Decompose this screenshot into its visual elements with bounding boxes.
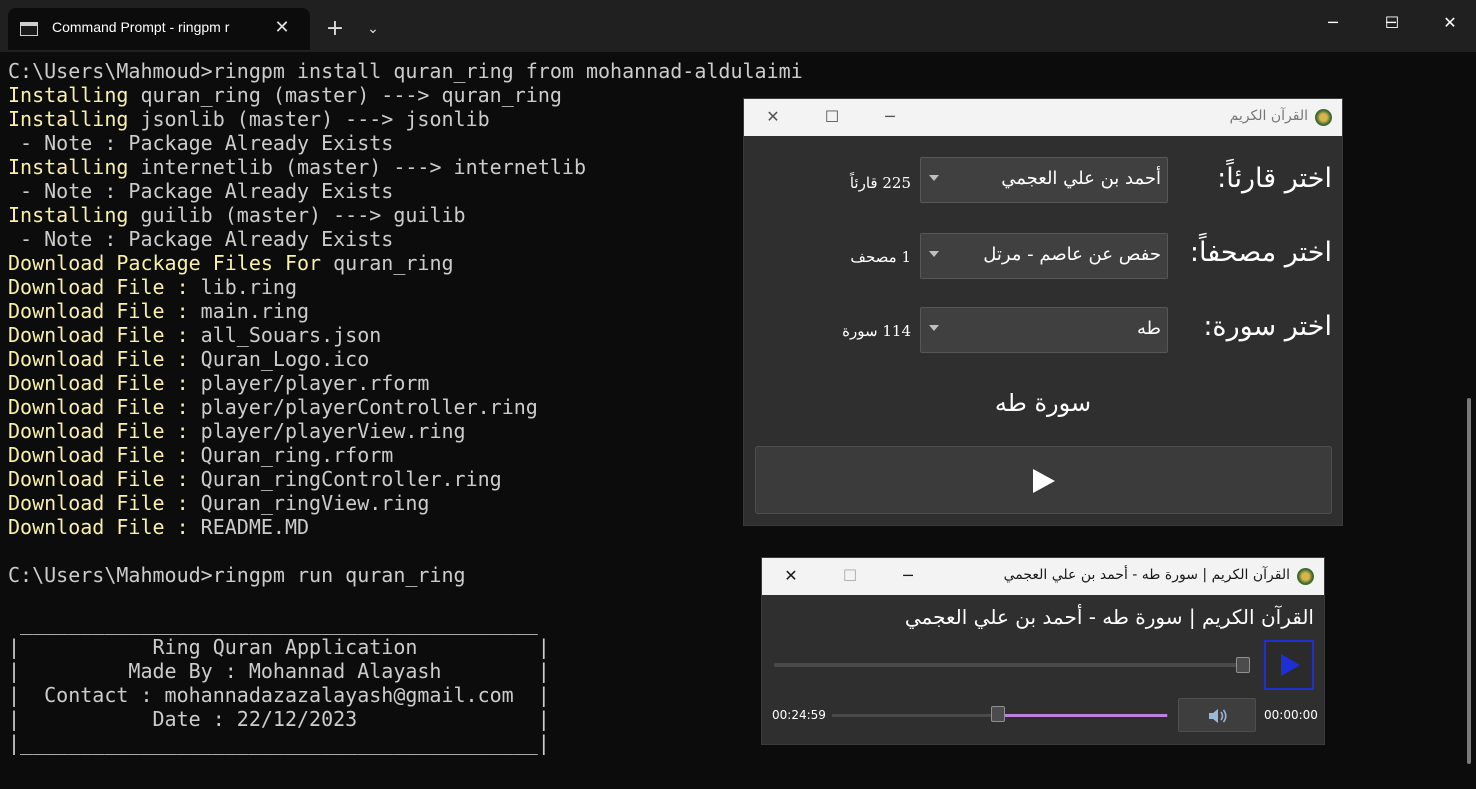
terminal-keyword: Download File : bbox=[8, 467, 189, 491]
maximize-icon[interactable]: ☐ bbox=[817, 105, 847, 129]
terminal-text: internetlib (master) ---> internetlib bbox=[128, 155, 586, 179]
tab-dropdown-button[interactable]: ⌄ bbox=[358, 14, 388, 44]
terminal-text: C:\Users\Mahmoud>ringpm install quran_ri… bbox=[8, 59, 803, 83]
surah-label: اختر سورة: bbox=[1203, 311, 1332, 342]
terminal-text: jsonlib (master) ---> jsonlib bbox=[128, 107, 490, 131]
terminal-text: quran_ring bbox=[321, 251, 454, 275]
terminal-keyword: Download Package Files For bbox=[8, 251, 322, 275]
terminal-keyword: Download File : bbox=[8, 299, 189, 323]
mushaf-label: اختر مصحفاً: bbox=[1189, 237, 1332, 268]
terminal-text: Quran_ringView.ring bbox=[188, 491, 430, 515]
terminal-keyword: Installing bbox=[8, 83, 129, 107]
terminal-text: player/playerController.ring bbox=[188, 395, 538, 419]
terminal-keyword: Installing bbox=[8, 107, 129, 131]
play-button[interactable] bbox=[755, 446, 1332, 514]
play-icon bbox=[1281, 654, 1300, 676]
terminal-text: ________________________________________… bbox=[8, 611, 538, 635]
tab-command-prompt[interactable]: Command Prompt - ringpm r ✕ bbox=[8, 8, 310, 50]
mute-button[interactable] bbox=[1178, 698, 1256, 732]
terminal-keyword: Download File : bbox=[8, 347, 189, 371]
surah-select[interactable]: طه bbox=[920, 307, 1168, 353]
reciter-value: أحمد بن علي العجمي bbox=[1001, 168, 1161, 189]
mushaf-value: حفص عن عاصم - مرتل bbox=[983, 244, 1161, 265]
seek-slider-handle[interactable] bbox=[1236, 657, 1250, 673]
now-playing-label: القرآن الكريم | سورة طه - أحمد بن علي ال… bbox=[904, 605, 1314, 629]
quran-logo-icon bbox=[1297, 568, 1314, 585]
terminal-keyword: Download File : bbox=[8, 515, 189, 539]
reciter-count: 225 قارئاً bbox=[849, 174, 911, 192]
terminal-text: all_Souars.json bbox=[188, 323, 382, 347]
terminal-text: Quran_ring.rform bbox=[188, 443, 394, 467]
tab-title: Command Prompt - ringpm r bbox=[52, 19, 230, 35]
terminal-line: C:\Users\Mahmoud>ringpm install quran_ri… bbox=[8, 59, 1468, 83]
tab-close-icon[interactable]: ✕ bbox=[270, 16, 294, 40]
maximize-window-button[interactable]: ☐ bbox=[1369, 6, 1415, 40]
quran-window-title: القرآن الكريم bbox=[1229, 108, 1308, 124]
terminal-text: player/playerView.ring bbox=[188, 419, 466, 443]
terminal-keyword: Download File : bbox=[8, 491, 189, 515]
terminal-icon bbox=[20, 22, 38, 36]
terminal-text: - Note : Package Already Exists bbox=[8, 227, 394, 251]
terminal-text: | Contact : mohannadazazalayash@gmail.co… bbox=[8, 683, 550, 707]
terminal-text: | Ring Quran Application | bbox=[8, 635, 550, 659]
terminal-text: | Made By : Mohannad Alayash | bbox=[8, 659, 550, 683]
terminal-keyword: Download File : bbox=[8, 443, 189, 467]
player-window: ✕ ☐ ─ القرآن الكريم | سورة طه - أحمد بن … bbox=[761, 557, 1325, 745]
terminal-text: Quran_Logo.ico bbox=[188, 347, 370, 371]
chevron-down-icon bbox=[929, 325, 939, 331]
quran-main-window: ✕ ☐ ─ القرآن الكريم اختر قارئاً: أحمد بن… bbox=[743, 98, 1343, 526]
close-icon[interactable]: ✕ bbox=[758, 105, 788, 129]
mushaf-count: 1 مصحف bbox=[850, 248, 911, 266]
player-play-button[interactable] bbox=[1264, 640, 1314, 690]
minimize-window-button[interactable]: ─ bbox=[1310, 6, 1356, 40]
reciter-select[interactable]: أحمد بن علي العجمي bbox=[920, 157, 1168, 203]
quran-logo-icon bbox=[1315, 109, 1332, 126]
terminal-scrollbar[interactable] bbox=[1467, 398, 1471, 764]
volume-slider-fill bbox=[1005, 714, 1167, 717]
terminal-keyword: Download File : bbox=[8, 419, 189, 443]
speaker-icon bbox=[1209, 709, 1227, 723]
terminal-text: |_______________________________________… bbox=[8, 731, 550, 755]
terminal-text: guilib (master) ---> guilib bbox=[128, 203, 466, 227]
terminal-keyword: Download File : bbox=[8, 275, 189, 299]
chevron-down-icon bbox=[929, 251, 939, 257]
terminal-keyword: Installing bbox=[8, 203, 129, 227]
terminal-text: | Date : 22/12/2023 | bbox=[8, 707, 550, 731]
terminal-text: - Note : Package Already Exists bbox=[8, 131, 394, 155]
seek-slider[interactable] bbox=[774, 663, 1250, 667]
play-icon bbox=[1033, 469, 1055, 493]
player-window-titlebar: ✕ ☐ ─ القرآن الكريم | سورة طه - أحمد بن … bbox=[762, 558, 1324, 595]
player-window-title: القرآن الكريم | سورة طه - أحمد بن علي ال… bbox=[1003, 567, 1290, 583]
terminal-text: lib.ring bbox=[188, 275, 297, 299]
terminal-text: C:\Users\Mahmoud>ringpm run quran_ring bbox=[8, 563, 466, 587]
selected-surah-title: سورة طه bbox=[994, 389, 1092, 417]
terminal-text: quran_ring (master) ---> quran_ring bbox=[128, 83, 562, 107]
terminal-text: - Note : Package Already Exists bbox=[8, 179, 394, 203]
terminal-keyword: Download File : bbox=[8, 323, 189, 347]
chevron-down-icon bbox=[929, 175, 939, 181]
close-window-button[interactable]: ✕ bbox=[1427, 6, 1473, 40]
terminal-keyword: Installing bbox=[8, 155, 129, 179]
terminal-keyword: Download File : bbox=[8, 395, 189, 419]
new-tab-button[interactable]: + bbox=[320, 14, 350, 44]
terminal-text: main.ring bbox=[188, 299, 310, 323]
elapsed-time: 00:24:59 bbox=[772, 708, 826, 722]
quran-window-titlebar: ✕ ☐ ─ القرآن الكريم bbox=[744, 99, 1342, 136]
close-icon[interactable]: ✕ bbox=[776, 564, 806, 588]
volume-slider-handle[interactable] bbox=[991, 706, 1005, 722]
reciter-label: اختر قارئاً: bbox=[1217, 163, 1332, 194]
remaining-time: 00:00:00 bbox=[1264, 708, 1318, 722]
terminal-titlebar: Command Prompt - ringpm r ✕ + ⌄ ─ bbox=[0, 0, 1476, 52]
minimize-icon[interactable]: ─ bbox=[875, 105, 905, 129]
minimize-icon[interactable]: ─ bbox=[893, 564, 923, 588]
terminal-keyword: Download File : bbox=[8, 371, 189, 395]
terminal-text: player/player.rform bbox=[188, 371, 430, 395]
maximize-icon[interactable]: ☐ bbox=[835, 564, 865, 588]
mushaf-select[interactable]: حفص عن عاصم - مرتل bbox=[920, 233, 1168, 279]
surah-count: 114 سورة bbox=[842, 322, 911, 340]
terminal-text: Quran_ringController.ring bbox=[188, 467, 502, 491]
terminal-text: README.MD bbox=[188, 515, 310, 539]
surah-value: طه bbox=[1137, 318, 1161, 339]
